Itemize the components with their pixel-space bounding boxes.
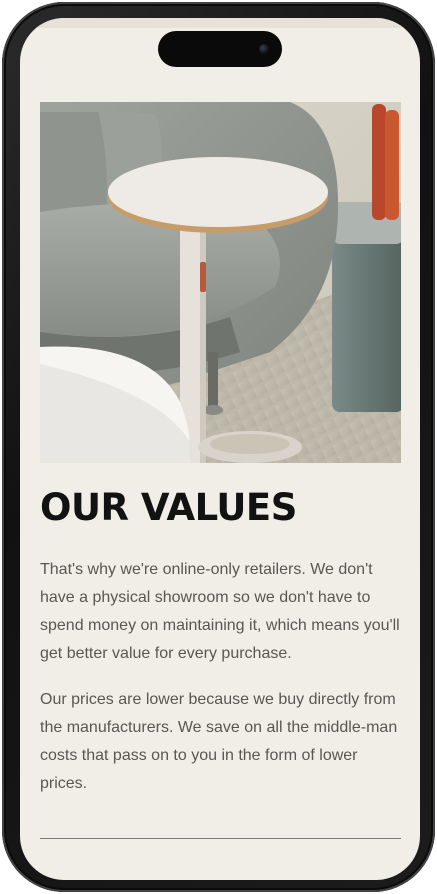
- values-paragraph-1: That's why we're online-only retailers. …: [40, 561, 400, 662]
- values-paragraph-2: Our prices are lower because we buy dire…: [40, 691, 398, 792]
- phone-frame: OUR VALUES That's why we're online-only …: [2, 2, 435, 892]
- dynamic-island: [158, 31, 282, 67]
- section-divider: [40, 838, 401, 839]
- status-bar: [20, 18, 420, 28]
- hero-image: [40, 102, 401, 463]
- page-title: OUR VALUES: [40, 486, 297, 529]
- camera-icon: [259, 44, 269, 54]
- phone-screen: OUR VALUES That's why we're online-only …: [20, 18, 420, 880]
